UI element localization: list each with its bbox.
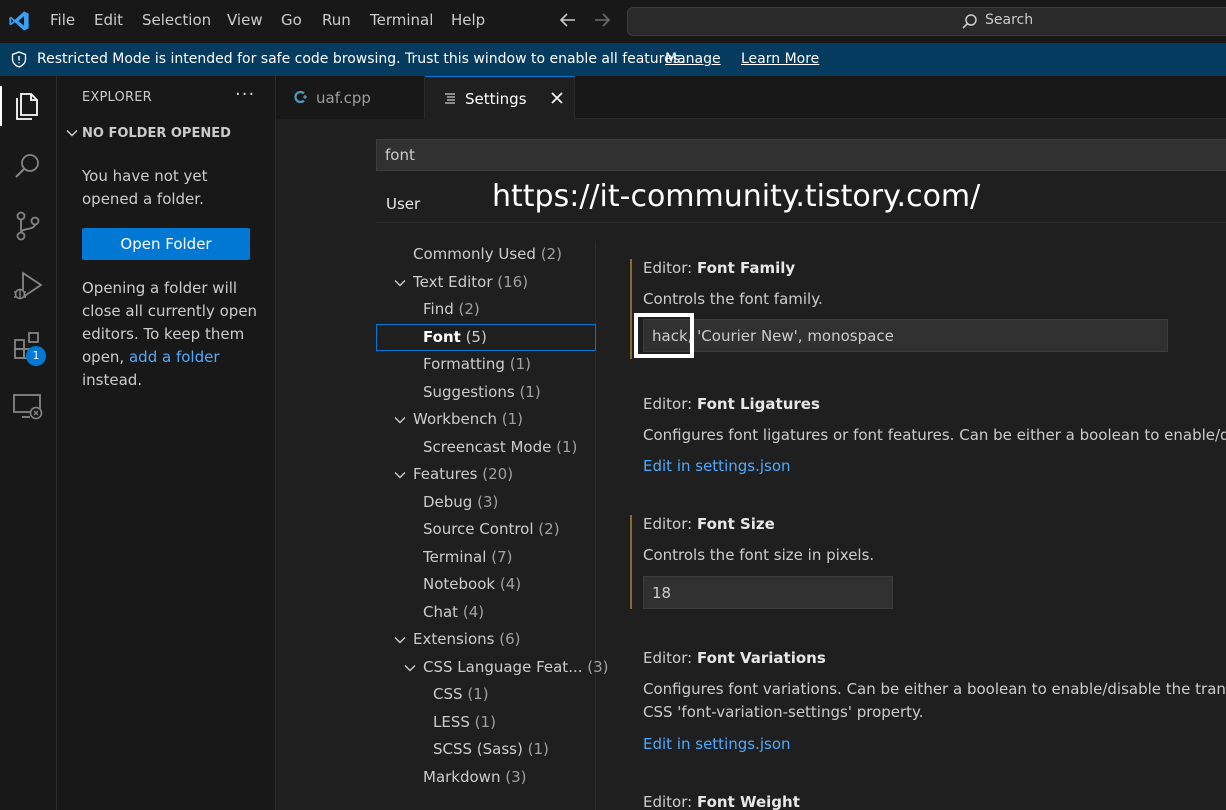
vscode-logo-icon [9, 11, 29, 31]
menu-go[interactable]: Go [281, 11, 302, 29]
chevron-down-icon[interactable] [393, 633, 407, 647]
setting-font-ligatures: Editor: Font Ligatures Configures font l… [632, 395, 1226, 475]
edit-in-settings-json-link[interactable]: Edit in settings.json [643, 457, 791, 475]
tab-settings[interactable]: Settings [425, 76, 575, 120]
watermark-url: https://it-community.tistory.com/ [492, 179, 981, 214]
tab-uaf-cpp[interactable]: uaf.cpp [276, 76, 425, 119]
settings-search-input[interactable] [376, 139, 1226, 171]
chevron-down-icon[interactable] [393, 276, 407, 290]
settings-list-icon [445, 93, 455, 104]
command-center-search[interactable]: Search [627, 7, 1226, 36]
setting-title: Editor: Font Family [643, 259, 796, 277]
editor-tab-bar: uaf.cpp Settings [276, 76, 1226, 120]
toc-item-features[interactable]: Features (20) [413, 465, 513, 483]
chevron-down-icon[interactable] [65, 126, 79, 140]
search-label: Search [985, 12, 1034, 28]
setting-description: Controls the font size in pixels. [643, 546, 875, 564]
modified-indicator [630, 259, 632, 359]
menu-view[interactable]: View [227, 11, 263, 29]
toc-item-suggestions[interactable]: Suggestions (1) [423, 383, 541, 401]
tab-label: uaf.cpp [316, 89, 371, 107]
toc-item-css-language-features[interactable]: CSS Language Feat... (3) [423, 658, 609, 676]
menu-selection[interactable]: Selection [142, 11, 211, 29]
toc-item-screencast-mode[interactable]: Screencast Mode (1) [423, 438, 577, 456]
more-actions-icon[interactable]: ··· [235, 84, 255, 105]
chevron-down-icon[interactable] [393, 468, 407, 482]
source-control-icon[interactable] [10, 208, 46, 244]
toc-item-less[interactable]: LESS (1) [433, 713, 496, 731]
extensions-badge: 1 [26, 346, 46, 366]
explorer-title: EXPLORER [82, 90, 152, 105]
toc-item-scss[interactable]: SCSS (Sass) (1) [433, 740, 549, 758]
toc-item-notebook[interactable]: Notebook (4) [423, 575, 521, 593]
add-folder-link[interactable]: add a folder [129, 348, 220, 366]
run-debug-icon[interactable] [10, 268, 46, 304]
setting-title: Editor: Font Variations [643, 649, 826, 667]
cpp-file-icon [294, 90, 307, 104]
activity-bar: 1 [0, 76, 57, 810]
setting-title: Editor: Font Ligatures [643, 395, 820, 413]
search-icon [962, 14, 977, 29]
banner-text: Restricted Mode is intended for safe cod… [37, 51, 685, 67]
toc-item-debug[interactable]: Debug (3) [423, 493, 498, 511]
toc-item-css[interactable]: CSS (1) [433, 685, 489, 703]
chevron-down-icon[interactable] [403, 661, 417, 675]
setting-title: Editor: Font Weight [643, 793, 800, 810]
setting-font-family: Editor: Font Family Controls the font fa… [630, 259, 1226, 359]
edit-in-settings-json-link[interactable]: Edit in settings.json [643, 735, 791, 753]
no-folder-message: You have not yet opened a folder. [82, 167, 208, 208]
no-folder-section-title[interactable]: NO FOLDER OPENED [82, 126, 231, 141]
explorer-sidebar: EXPLORER ··· NO FOLDER OPENED You have n… [57, 76, 276, 810]
open-folder-button[interactable]: Open Folder [82, 228, 250, 260]
toc-item-workbench[interactable]: Workbench (1) [413, 410, 523, 428]
menu-edit[interactable]: Edit [94, 11, 123, 29]
user-scope-tab[interactable]: User [376, 191, 430, 223]
remote-explorer-icon[interactable] [10, 388, 46, 424]
toc-item-extensions[interactable]: Extensions (6) [413, 630, 520, 648]
settings-toc: Commonly Used (2) Text Editor (16) Find … [376, 241, 609, 810]
hint-text-end: instead. [82, 371, 143, 389]
setting-description-line2: CSS 'font-variation-settings' property. [643, 703, 924, 721]
menu-help[interactable]: Help [451, 11, 485, 29]
scope-divider [376, 222, 1226, 223]
close-icon[interactable] [549, 90, 565, 106]
learn-more-link[interactable]: Learn More [741, 51, 819, 67]
toc-item-terminal[interactable]: Terminal (7) [423, 548, 512, 566]
setting-description: Configures font variations. Can be eithe… [643, 680, 1226, 698]
title-bar: File Edit Selection View Go Run Terminal… [0, 0, 1226, 43]
chevron-down-icon[interactable] [393, 413, 407, 427]
setting-description: Controls the font family. [643, 290, 823, 308]
tab-label: Settings [465, 90, 527, 108]
toc-item-font[interactable]: Font (5) [423, 328, 487, 346]
menu-terminal[interactable]: Terminal [370, 11, 433, 29]
toc-item-commonly-used[interactable]: Commonly Used (2) [413, 245, 562, 263]
settings-editor: User https://it-community.tistory.com/ C… [276, 119, 1226, 810]
toc-item-formatting[interactable]: Formatting (1) [423, 355, 531, 373]
menu-file[interactable]: File [50, 11, 75, 29]
explorer-icon[interactable] [10, 88, 46, 124]
setting-description: Configures font ligatures or font featur… [643, 426, 1226, 444]
search-view-icon[interactable] [10, 148, 46, 184]
arrow-right-icon[interactable] [591, 9, 613, 31]
toc-item-chat[interactable]: Chat (4) [423, 603, 484, 621]
setting-title: Editor: Font Size [643, 515, 775, 533]
restricted-mode-banner: Restricted Mode is intended for safe cod… [0, 43, 1226, 76]
toc-item-source-control[interactable]: Source Control (2) [423, 520, 560, 538]
open-folder-hint: Opening a folder will close all currentl… [82, 277, 262, 392]
font-size-input[interactable] [643, 576, 893, 609]
toc-item-markdown[interactable]: Markdown (3) [423, 768, 527, 786]
manage-link[interactable]: Manage [665, 51, 721, 67]
arrow-left-icon[interactable] [557, 9, 579, 31]
menu-run[interactable]: Run [322, 11, 351, 29]
toc-item-text-editor[interactable]: Text Editor (16) [413, 273, 528, 291]
toc-item-find[interactable]: Find (2) [423, 300, 480, 318]
shield-icon [11, 51, 27, 68]
user-tab-label: User [386, 195, 421, 213]
setting-font-weight: Editor: Font Weight [632, 793, 1226, 810]
active-indicator [0, 86, 2, 126]
setting-font-variations: Editor: Font Variations Configures font … [632, 649, 1226, 759]
modified-indicator [630, 515, 632, 609]
setting-font-size: Editor: Font Size Controls the font size… [630, 515, 1226, 609]
font-family-input[interactable] [643, 319, 1168, 352]
